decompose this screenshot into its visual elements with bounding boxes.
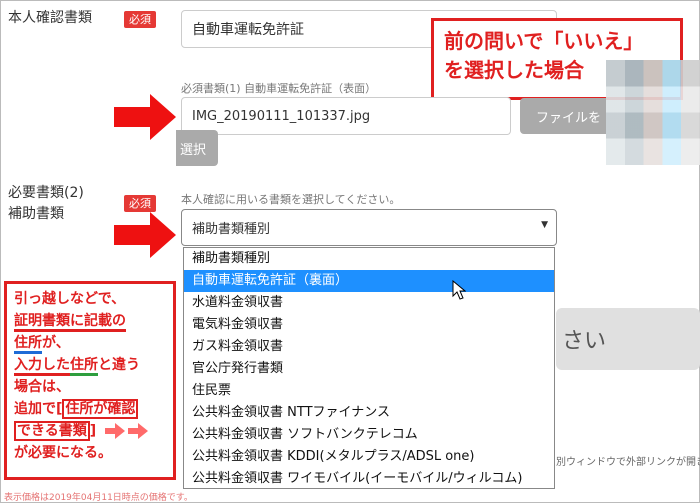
- price-date-note: 表示価格は2019年04月11日時点の価格です。: [4, 493, 193, 503]
- callout-text: できる書類: [14, 421, 90, 441]
- identity-doc-label: 本人確認書類: [8, 10, 92, 26]
- option-softbank-telecom[interactable]: 公共料金領収書 ソフトバンクテレコム: [184, 424, 554, 446]
- callout-text: ]: [89, 423, 97, 439]
- file-select-button-wrap[interactable]: 選択: [176, 130, 218, 166]
- callout-text: 証明書類に記載の: [14, 313, 126, 332]
- callout-text: 追加で[: [14, 401, 63, 417]
- submit-button-partial[interactable]: さい: [556, 308, 700, 370]
- callout-line: 住所が、: [14, 332, 173, 354]
- option-government-document[interactable]: 官公庁発行書類: [184, 358, 554, 380]
- callout-line: 引っ越しなどで、: [14, 291, 126, 307]
- file-select-button-label-cont: 選択: [180, 142, 207, 158]
- callout-line: が必要になる。: [14, 445, 112, 461]
- callout-text: 住所: [70, 357, 98, 376]
- callout-line: 追加で[住所が確認: [14, 398, 173, 420]
- file-select-button[interactable]: ファイルを: [520, 98, 606, 134]
- option-resident-record[interactable]: 住民票: [184, 380, 554, 402]
- callout-text: 入力した: [14, 357, 70, 376]
- option-water-receipt[interactable]: 水道料金領収書: [184, 292, 554, 314]
- chevron-down-icon: ▼: [541, 220, 548, 230]
- required-badge: 必須: [124, 11, 156, 28]
- callout-line: できる書類]: [14, 420, 173, 442]
- option-aux-doc-type[interactable]: 補助書類種別: [184, 248, 554, 270]
- file-name-field[interactable]: IMG_20190111_101337.jpg: [181, 97, 511, 135]
- required-doc2-label: 必要書類(2): [8, 185, 84, 201]
- callout-line: 前の問いで「いいえ」: [444, 29, 644, 53]
- double-arrow-icon: [105, 423, 149, 439]
- callout-line: 場合は、: [14, 379, 70, 395]
- callout-line: 証明書類に記載の: [14, 310, 173, 332]
- aux-doc-options-list[interactable]: 補助書類種別 自動車運転免許証（裏面） 水道料金領収書 電気料金領収書 ガス料金…: [183, 247, 555, 489]
- callout-text: 住所: [14, 335, 42, 354]
- option-ymobile[interactable]: 公共料金領収書 ワイモバイル(イーモバイル/ウィルコム): [184, 468, 554, 488]
- callout-text: 住所が確認: [62, 399, 139, 419]
- mouse-pointer-icon: [452, 280, 466, 300]
- aux-doc-type-select[interactable]: 補助書類種別 ▼: [181, 209, 557, 246]
- option-kddi[interactable]: 公共料金領収書 KDDI(メタルプラス/ADSL one): [184, 446, 554, 468]
- auxiliary-doc-label: 補助書類: [8, 206, 64, 222]
- callout-text: が、: [42, 335, 70, 351]
- option-gas-receipt[interactable]: ガス料金領収書: [184, 336, 554, 358]
- callout-line: 入力した住所と違う: [14, 354, 173, 376]
- callout-address-change: 引っ越しなどで、 証明書類に記載の 住所が、 入力した住所と違う 場合は、 追加…: [4, 281, 176, 480]
- option-license-back[interactable]: 自動車運転免許証（裏面）: [184, 270, 554, 292]
- option-ntt-finance[interactable]: 公共料金領収書 NTTファイナンス: [184, 402, 554, 424]
- red-arrow-icon: [114, 212, 176, 258]
- aux-instruction: 本人確認に用いる書類を選択してください。: [181, 193, 401, 206]
- aux-select-value: 補助書類種別: [192, 222, 271, 237]
- file-select-button-label: ファイルを: [536, 110, 602, 126]
- callout-text: と違う: [98, 357, 140, 373]
- submit-button-label: さい: [562, 329, 607, 354]
- uploaded-image-preview: [606, 60, 700, 165]
- red-arrow-icon: [114, 94, 176, 140]
- required-doc1-caption: 必須書類(1) 自動車運転免許証（表面）: [181, 82, 377, 95]
- new-window-note: 別ウィンドウで外部リンクが開き: [556, 457, 700, 468]
- option-electricity-receipt[interactable]: 電気料金領収書: [184, 314, 554, 336]
